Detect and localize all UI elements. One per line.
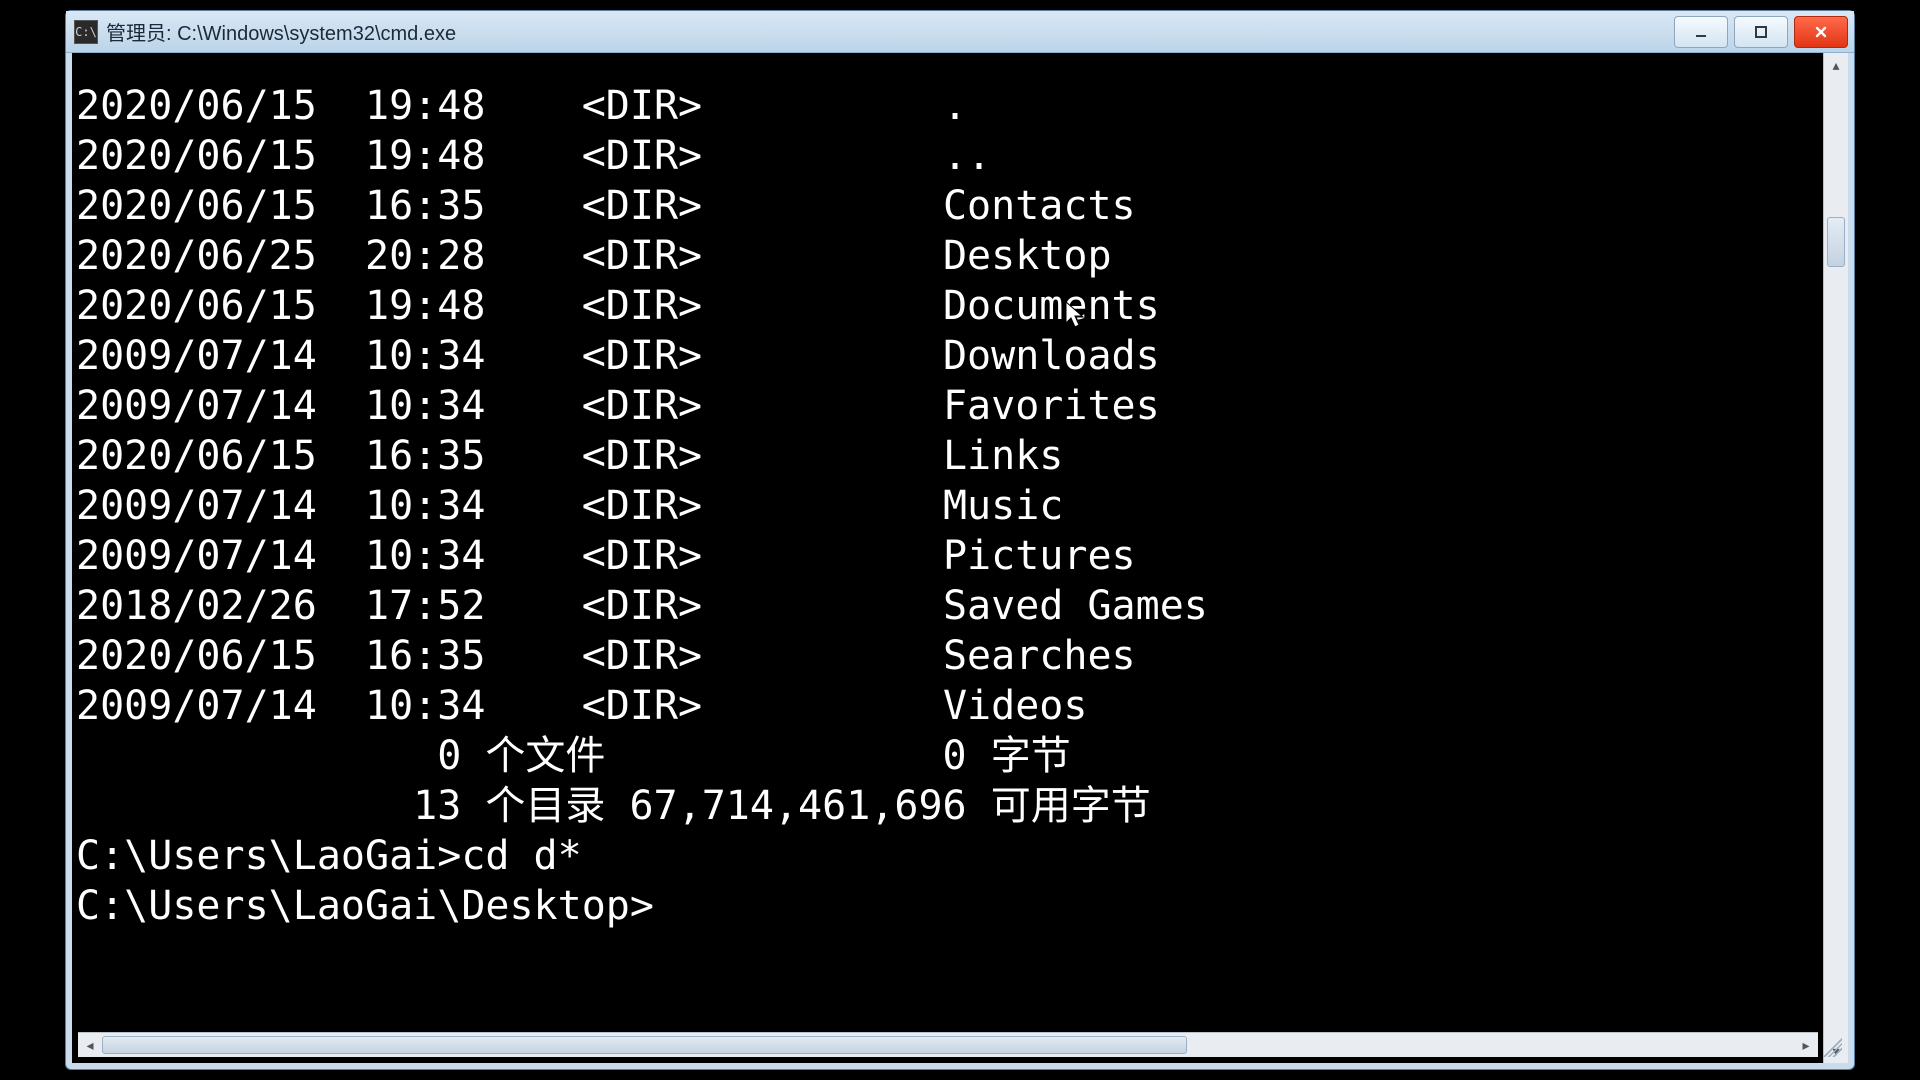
titlebar[interactable]: C:\ 管理员: C:\Windows\system32\cmd.exe — [66, 11, 1854, 53]
terminal-line: 2018/02/26 17:52 <DIR> Saved Games — [76, 581, 1819, 631]
maximize-icon — [1754, 25, 1768, 39]
horizontal-scrollbar[interactable]: ◂ ▸ — [78, 1032, 1818, 1057]
scroll-left-arrow-icon[interactable]: ◂ — [78, 1033, 102, 1057]
horizontal-scroll-track[interactable] — [102, 1033, 1794, 1057]
terminal-line: 2020/06/15 16:35 <DIR> Searches — [76, 631, 1819, 681]
client-area: 2020/06/15 19:48 <DIR> .2020/06/15 19:48… — [72, 53, 1848, 1063]
terminal-line: 13 个目录 67,714,461,696 可用字节 — [76, 781, 1819, 831]
scroll-up-arrow-icon[interactable]: ▴ — [1824, 53, 1848, 77]
window-title: 管理员: C:\Windows\system32\cmd.exe — [106, 17, 1674, 46]
resize-grip[interactable] — [1818, 1033, 1842, 1057]
window-controls — [1674, 16, 1848, 48]
cmd-icon: C:\ — [74, 20, 98, 44]
close-button[interactable] — [1794, 16, 1848, 48]
terminal-line: 2009/07/14 10:34 <DIR> Videos — [76, 681, 1819, 731]
terminal-line: 2020/06/15 19:48 <DIR> . — [76, 81, 1819, 131]
minimize-icon — [1694, 25, 1708, 39]
terminal-line: 2020/06/15 16:35 <DIR> Contacts — [76, 181, 1819, 231]
terminal-line: 2020/06/15 19:48 <DIR> Documents — [76, 281, 1819, 331]
terminal-output[interactable]: 2020/06/15 19:48 <DIR> .2020/06/15 19:48… — [72, 53, 1823, 1063]
minimize-button[interactable] — [1674, 16, 1728, 48]
cmd-window: C:\ 管理员: C:\Windows\system32\cmd.exe 202… — [65, 10, 1855, 1070]
vertical-scrollbar[interactable]: ▴ ▾ — [1823, 53, 1848, 1063]
terminal-line: 2009/07/14 10:34 <DIR> Downloads — [76, 331, 1819, 381]
terminal-line: 2020/06/15 16:35 <DIR> Links — [76, 431, 1819, 481]
terminal-line: 2009/07/14 10:34 <DIR> Music — [76, 481, 1819, 531]
terminal-line: 2020/06/25 20:28 <DIR> Desktop — [76, 231, 1819, 281]
horizontal-scroll-thumb[interactable] — [102, 1036, 1187, 1054]
scroll-right-arrow-icon[interactable]: ▸ — [1794, 1033, 1818, 1057]
maximize-button[interactable] — [1734, 16, 1788, 48]
vertical-scroll-thumb[interactable] — [1827, 217, 1845, 267]
close-icon — [1814, 25, 1828, 39]
terminal-line: 0 个文件 0 字节 — [76, 731, 1819, 781]
terminal-line: C:\Users\LaoGai>cd d* — [76, 831, 1819, 881]
terminal-line: C:\Users\LaoGai\Desktop> — [76, 881, 1819, 931]
terminal-line: 2020/06/15 19:48 <DIR> .. — [76, 131, 1819, 181]
terminal-line: 2009/07/14 10:34 <DIR> Favorites — [76, 381, 1819, 431]
vertical-scroll-track[interactable] — [1824, 77, 1848, 1039]
terminal-line: 2009/07/14 10:34 <DIR> Pictures — [76, 531, 1819, 581]
